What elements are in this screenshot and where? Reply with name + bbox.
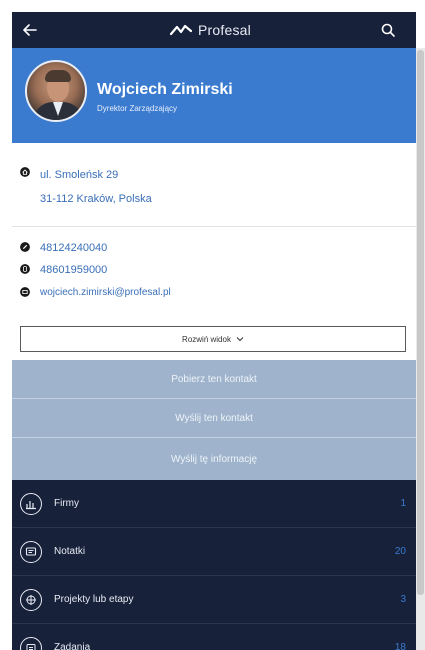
arrow-left-icon <box>23 24 37 36</box>
chevron-down-icon <box>236 337 244 342</box>
list-item-count: 1 <box>400 498 406 509</box>
phone-number-1[interactable]: 48124240040 <box>40 242 107 254</box>
send-info-button[interactable]: Wyślij tę informację <box>12 438 416 480</box>
company-chart-icon <box>20 493 42 515</box>
email-icon <box>20 287 30 297</box>
list-item-count: 20 <box>394 546 406 557</box>
send-info-label: Wyślij tę informację <box>170 453 258 465</box>
device-frame: Profesal Wojciech Zimirski Dyrektor Zarz… <box>0 0 425 650</box>
download-contact-button[interactable]: Pobierz ten kontakt <box>12 360 416 399</box>
expand-view-label: Rozwiń widok <box>182 334 231 344</box>
avatar <box>25 60 87 122</box>
list-item-projekty[interactable]: Projekty lub etapy 3 <box>12 576 416 624</box>
list-item-zadania[interactable]: Zadania 18 <box>12 624 416 650</box>
download-contact-label: Pobierz ten kontakt <box>171 373 257 385</box>
contact-section: 48124240040 48601959000 wojciech.zimirsk… <box>12 227 416 318</box>
address-line-2[interactable]: 31-112 Kraków, Polska <box>40 193 152 205</box>
expand-view-button[interactable]: Rozwiń widok <box>20 326 406 352</box>
list-item-count: 3 <box>400 594 406 605</box>
address-line-1[interactable]: ul. Smoleńsk 29 <box>40 169 118 181</box>
contact-name: Wojciech Zimirski <box>97 81 233 98</box>
list-item-count: 18 <box>394 642 406 650</box>
scrollbar-thumb[interactable] <box>417 50 424 595</box>
mobile-icon <box>20 264 30 274</box>
app-screen: Profesal Wojciech Zimirski Dyrektor Zarz… <box>12 0 416 650</box>
back-button[interactable] <box>18 18 42 42</box>
list-item-label: Projekty lub etapy <box>54 594 134 605</box>
home-pin-icon <box>20 167 30 177</box>
address-section: ul. Smoleńsk 29 31-112 Kraków, Polska <box>12 143 416 227</box>
email-address[interactable]: wojciech.zimirski@profesal.pl <box>40 287 171 298</box>
list-item-firmy[interactable]: Firmy 1 <box>12 480 416 528</box>
brand-logo: Profesal <box>170 21 251 39</box>
top-bar: Profesal <box>12 12 416 48</box>
list-item-label: Notatki <box>54 546 86 557</box>
phone-icon <box>20 242 30 252</box>
contact-role: Dyrektor Zarządzający <box>97 104 178 113</box>
send-contact-button[interactable]: Wyślij ten kontakt <box>12 399 416 438</box>
notes-icon <box>20 541 42 563</box>
list-item-label: Firmy <box>54 498 79 509</box>
tasks-icon <box>20 637 42 650</box>
list-item-notatki[interactable]: Notatki 20 <box>12 528 416 576</box>
action-buttons: Pobierz ten kontakt Wyślij ten kontakt W… <box>12 360 416 480</box>
profile-header: Wojciech Zimirski Dyrektor Zarządzający <box>12 48 416 143</box>
list-item-label: Zadania <box>54 642 91 650</box>
search-icon <box>381 23 395 37</box>
search-button[interactable] <box>376 18 400 42</box>
related-list: Firmy 1 Notatki 20 Projekty lub etapy 3 <box>12 480 416 650</box>
brand-name: Profesal <box>198 22 251 38</box>
send-contact-label: Wyślij ten kontakt <box>175 412 253 424</box>
profesal-logo-icon <box>170 24 192 36</box>
projects-icon <box>20 589 42 611</box>
phone-number-2[interactable]: 48601959000 <box>40 264 107 276</box>
